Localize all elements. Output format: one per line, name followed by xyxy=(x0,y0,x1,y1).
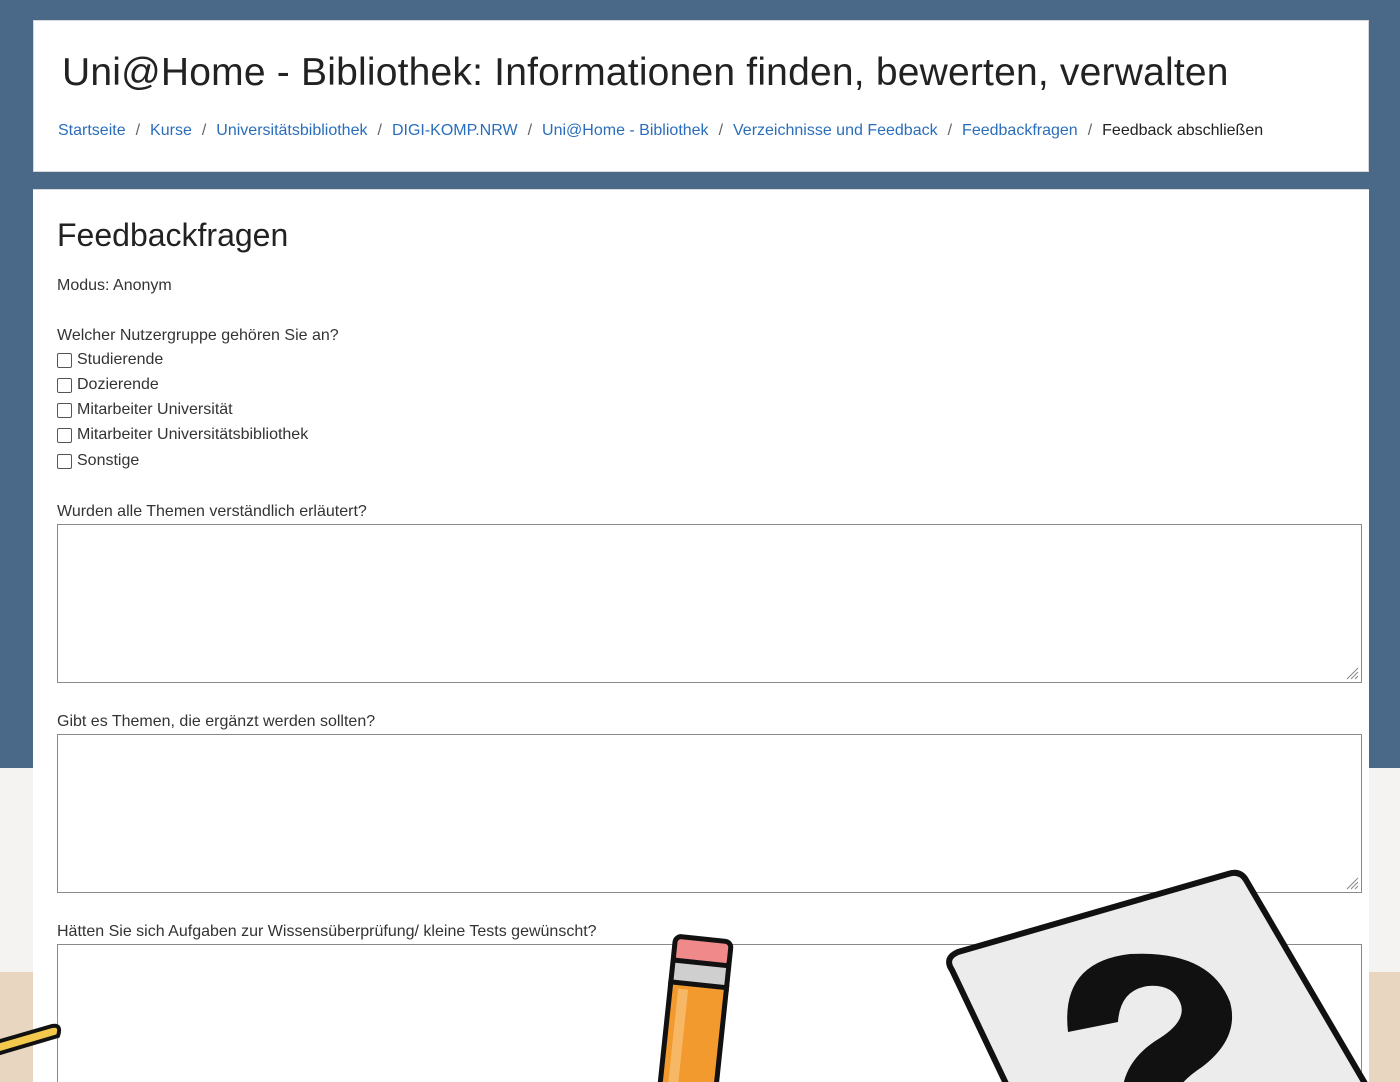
breadcrumb-separator: / xyxy=(718,122,724,139)
question-mark-icon xyxy=(946,869,1368,1082)
breadcrumb-item-verzeichnisse-feedback[interactable]: Verzeichnisse und Feedback xyxy=(733,122,938,140)
form-heading: Feedbackfragen xyxy=(57,217,289,253)
breadcrumb-separator: / xyxy=(1087,122,1093,139)
breadcrumb-separator: / xyxy=(201,122,207,139)
option-dozierende[interactable]: Dozierende xyxy=(57,375,159,395)
pencil-icon xyxy=(656,934,734,1082)
breadcrumb: Startseite / Kurse / Universitätsbibliot… xyxy=(58,122,1263,140)
answer-textarea-topics-explained[interactable] xyxy=(57,524,1362,683)
breadcrumb-item-kurse[interactable]: Kurse xyxy=(150,122,192,140)
option-label: Dozierende xyxy=(77,376,159,393)
question-label-tests-wanted: Hätten Sie sich Aufgaben zur Wissensüber… xyxy=(57,923,597,940)
breadcrumb-separator: / xyxy=(947,122,953,139)
option-mitarbeiter-bibliothek[interactable]: Mitarbeiter Universitätsbibliothek xyxy=(57,425,308,445)
breadcrumb-current: Feedback abschließen xyxy=(1102,122,1264,139)
checkbox[interactable] xyxy=(57,352,72,368)
breadcrumb-item-startseite[interactable]: Startseite xyxy=(58,122,126,140)
option-label: Mitarbeiter Universitätsbibliothek xyxy=(77,426,309,443)
option-label: Studierende xyxy=(77,351,164,368)
breadcrumb-separator: / xyxy=(135,122,141,139)
option-studierende[interactable]: Studierende xyxy=(57,350,163,370)
checkbox[interactable] xyxy=(57,402,72,418)
breadcrumb-item-universitaetsbibliothek[interactable]: Universitätsbibliothek xyxy=(216,122,367,140)
checkbox[interactable] xyxy=(57,453,72,469)
question-label-user-group: Welcher Nutzergruppe gehören Sie an? xyxy=(57,327,339,344)
resize-grip-icon[interactable] xyxy=(1345,666,1359,680)
breadcrumb-item-digi-komp[interactable]: DIGI-KOMP.NRW xyxy=(392,122,518,140)
question-label-topics-explained: Wurden alle Themen verständlich erläuter… xyxy=(57,503,367,520)
option-label: Sonstige xyxy=(77,452,140,469)
breadcrumb-separator: / xyxy=(527,122,533,139)
option-sonstige[interactable]: Sonstige xyxy=(57,451,139,471)
page-title: Uni@Home - Bibliothek: Informationen fin… xyxy=(62,51,1229,94)
stick-icon xyxy=(0,1023,62,1056)
page-header: Uni@Home - Bibliothek: Informationen fin… xyxy=(33,20,1369,172)
question-label-missing-topics: Gibt es Themen, die ergänzt werden sollt… xyxy=(57,713,376,730)
breadcrumb-item-uni-home-bibliothek[interactable]: Uni@Home - Bibliothek xyxy=(542,122,709,140)
checkbox[interactable] xyxy=(57,377,72,393)
option-label: Mitarbeiter Universität xyxy=(77,401,233,418)
checkbox[interactable] xyxy=(57,427,72,443)
breadcrumb-separator: / xyxy=(377,122,382,139)
mode-text: Modus: Anonym xyxy=(57,277,172,294)
breadcrumb-item-feedbackfragen[interactable]: Feedbackfragen xyxy=(962,122,1078,140)
option-mitarbeiter-universitaet[interactable]: Mitarbeiter Universität xyxy=(57,400,233,420)
